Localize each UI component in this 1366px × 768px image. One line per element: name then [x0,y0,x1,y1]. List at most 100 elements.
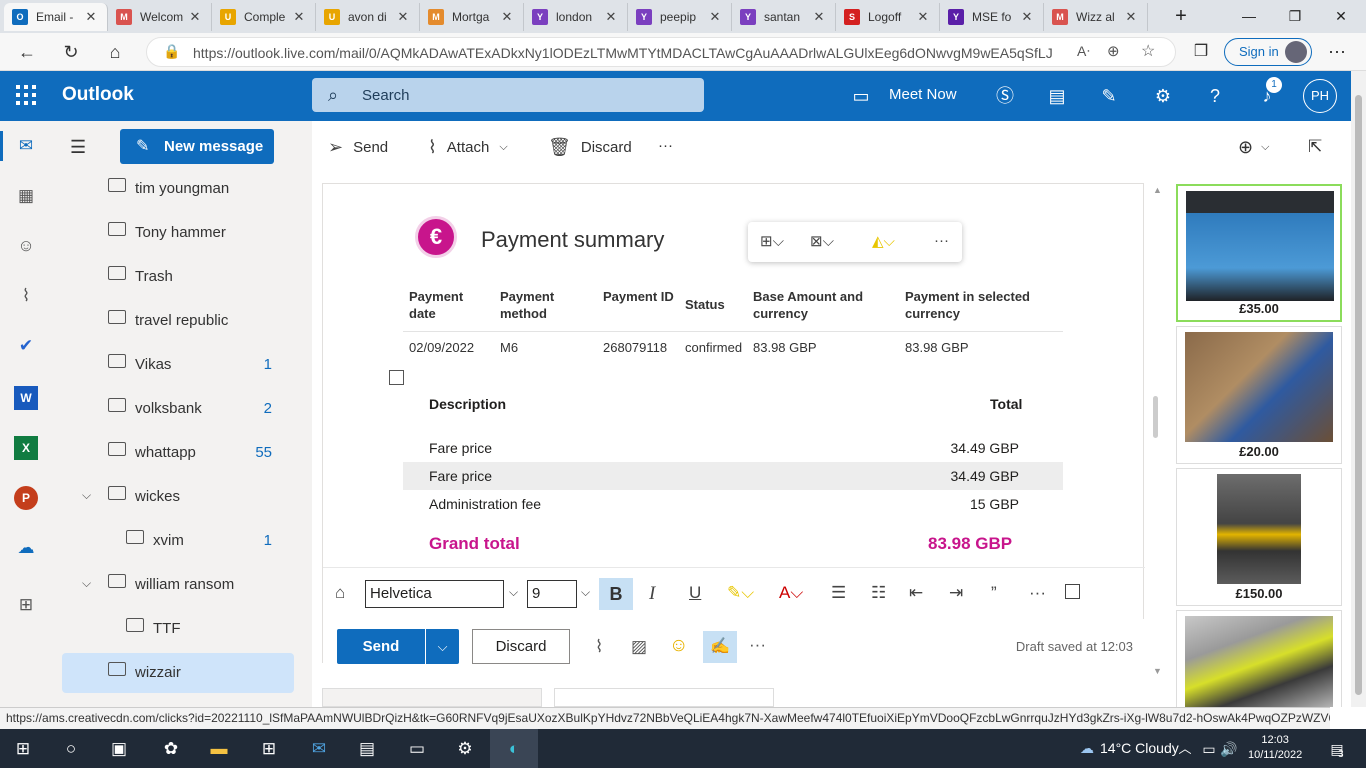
windows-start-icon[interactable]: ⊞ [10,736,36,762]
numbering-icon[interactable]: ☷ [871,583,886,603]
compose-body[interactable]: € Payment summary ⊞⌵ ⊠⌵ ◭⌵ ··· Payment d… [322,183,1145,664]
browser-tab[interactable]: U Comple ✕ [212,3,316,31]
powerpoint-icon[interactable]: P [14,486,38,510]
excel-icon[interactable]: X [14,436,38,460]
ad-item[interactable]: £20.00 [1176,326,1342,464]
folder-item[interactable]: ⌵ william ransom [62,565,294,605]
send-toolbar-button[interactable]: ➢ Send [328,137,388,158]
scroll-up-icon[interactable]: ▲ [1153,185,1162,195]
folder-item[interactable]: whattapp 55 [62,433,294,473]
font-family-input[interactable]: Helvetica [365,580,504,608]
todo-check-icon[interactable]: ✔ [14,334,38,358]
ad-item[interactable] [1176,610,1342,707]
app-launcher-icon[interactable] [14,83,38,107]
clock[interactable]: 12:03 10/11/2022 [1248,733,1302,763]
url-field[interactable]: 🔒 https://outlook.live.com/mail/0/AQMkAD… [146,37,1176,67]
font-size-input[interactable]: 9 [527,580,577,608]
collections-icon[interactable]: ❒ [1186,37,1216,67]
browser-tab[interactable]: M Mortga ✕ [420,3,524,31]
font-dropdown-icon[interactable]: ⌵ [509,585,518,600]
browser-tab[interactable]: M Wizz al ✕ [1044,3,1148,31]
tab-close-icon[interactable]: ✕ [1123,9,1139,25]
folder-item[interactable]: Tony hammer [62,213,294,253]
quote-icon[interactable]: ” [991,583,997,603]
ad-item[interactable]: £35.00 [1176,184,1342,322]
browser-tab[interactable]: S Logoff ✕ [836,3,940,31]
attach-button[interactable]: ⌇ Attach ⌵ [428,137,508,158]
more-format-icon[interactable]: ··· [1029,583,1046,603]
italic-button[interactable]: I [649,583,655,605]
tab-close-icon[interactable]: ✕ [499,9,515,25]
size-dropdown-icon[interactable]: ⌵ [581,585,590,600]
onedrive-cloud-icon[interactable]: ☁ [14,536,38,560]
folder-item[interactable]: xvim 1 [62,521,294,561]
lock-icon[interactable]: 🔒 [163,43,180,60]
my-day-icon[interactable]: ✎ [1096,83,1122,109]
task-view-icon[interactable]: ▣ [106,736,132,762]
volume-icon[interactable]: 🔊 [1216,736,1242,762]
ad-item[interactable]: £150.00 [1176,468,1342,606]
decrease-indent-icon[interactable]: ⇤ [909,583,923,603]
edge-active-slot[interactable]: ◐ [490,729,538,768]
restore-button[interactable]: ❐ [1272,0,1318,33]
format-checkbox[interactable] [1065,584,1080,599]
hamburger-menu-icon[interactable]: ☰ [70,137,86,158]
format-painter-icon[interactable]: ⌂ [335,583,345,603]
bullets-icon[interactable]: ☰ [831,583,846,603]
draft-tab-2[interactable] [554,688,774,707]
account-avatar[interactable]: PH [1303,79,1337,113]
mail-icon[interactable]: ✉ [14,134,38,158]
highlight-icon[interactable]: ✎⌵ [727,583,754,603]
refresh-icon[interactable]: ↻ [56,37,86,67]
emoji-icon[interactable]: ☺ [669,635,688,657]
pc-icon[interactable]: ▭ [404,736,430,762]
more-actions-button[interactable]: ··· [658,137,673,154]
sign-in-button[interactable]: Sign in [1224,38,1312,66]
tab-close-icon[interactable]: ✕ [915,9,931,25]
close-window-button[interactable]: ✕ [1318,0,1364,33]
browser-tab[interactable]: O Email - ✕ [4,3,108,31]
store-icon[interactable]: ⊞ [256,736,282,762]
read-aloud-icon[interactable]: Aᐧ [1077,43,1090,60]
tab-close-icon[interactable]: ✕ [83,9,99,25]
shading-icon[interactable]: ◭⌵ [872,232,895,250]
settings-icon[interactable]: ⚙ [452,736,478,762]
insert-table-icon[interactable]: ⊞⌵ [760,232,784,250]
video-camera-icon[interactable]: ▭ [848,83,874,109]
zoom-icon[interactable]: ⊕ [1107,42,1120,60]
bold-button[interactable]: B [599,578,633,610]
page-scroll-thumb[interactable] [1355,95,1362,695]
increase-indent-icon[interactable]: ⇥ [949,583,963,603]
tab-close-icon[interactable]: ✕ [291,9,307,25]
tab-close-icon[interactable]: ✕ [603,9,619,25]
search-box[interactable]: ⌕ Search [312,78,704,112]
browser-tab[interactable]: Y MSE fo ✕ [940,3,1044,31]
folder-expand-chevron-icon[interactable]: ⌵ [82,576,91,591]
table-checkbox[interactable] [389,370,404,385]
tray-chevron-icon[interactable]: ︿ [1172,736,1198,762]
folder-expand-chevron-icon[interactable]: ⌵ [82,488,91,503]
folder-item[interactable]: travel republic [62,301,294,341]
tab-close-icon[interactable]: ✕ [811,9,827,25]
browser-tab[interactable]: Ylondon ✕ [524,3,628,31]
browser-menu-icon[interactable]: ⋯ [1322,37,1352,67]
outlook-brand[interactable]: Outlook [62,84,134,106]
compose-scroll-thumb[interactable] [1153,396,1158,438]
folder-item[interactable]: tim youngman [62,169,294,209]
notification-center-icon[interactable]: ▤ [1324,736,1350,762]
browser-tab[interactable]: Ypeepip ✕ [628,3,732,31]
page-scrollbar[interactable] [1351,71,1366,707]
tab-close-icon[interactable]: ✕ [1019,9,1035,25]
scroll-down-icon[interactable]: ▼ [1153,666,1162,676]
file-explorer-icon[interactable]: ▬ [206,736,232,762]
discard-toolbar-button[interactable]: 🗑 Discard [548,137,632,158]
favorite-star-icon[interactable]: ☆ [1141,41,1155,61]
remote-desktop-icon[interactable]: ▤ [354,736,380,762]
settings-gear-icon[interactable]: ⚙ [1150,83,1176,109]
calendar-icon[interactable]: ▦ [14,184,38,208]
back-arrow-icon[interactable]: ← [12,37,42,67]
folder-item[interactable]: wizzair [62,653,294,693]
font-color-icon[interactable]: A⌵ [779,583,803,603]
send-button[interactable]: Send [337,629,425,664]
table-more-icon[interactable]: ··· [934,232,949,249]
